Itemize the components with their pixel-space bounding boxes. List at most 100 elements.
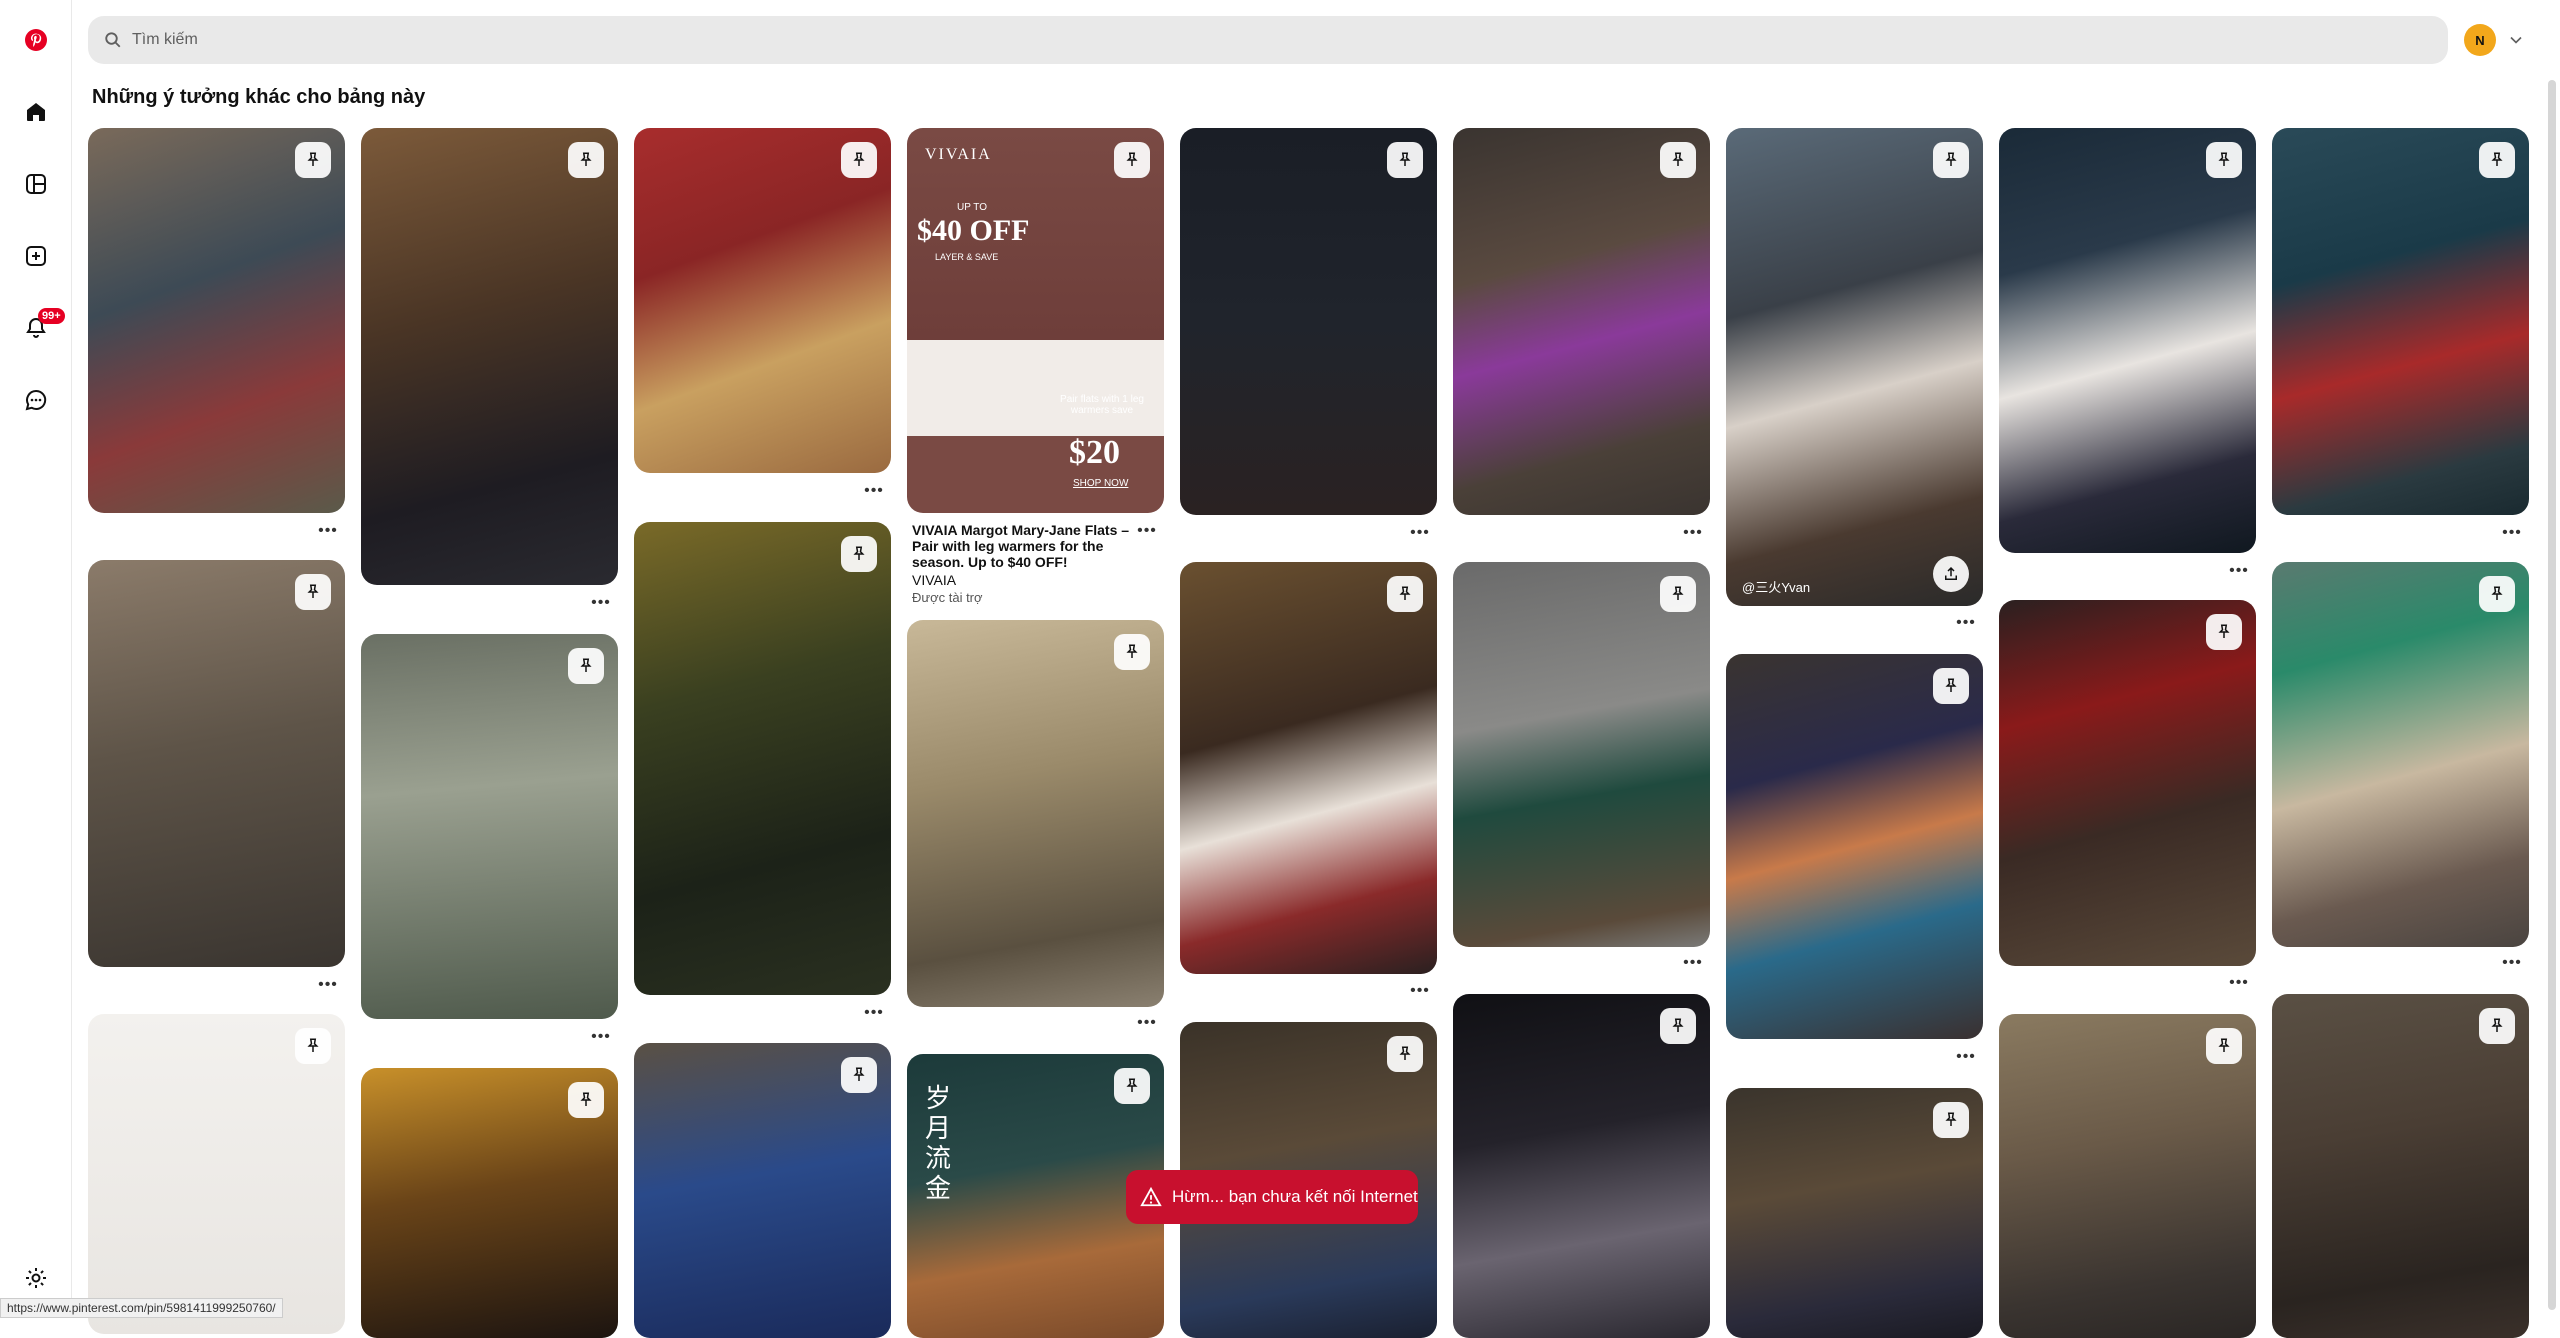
search-input[interactable] <box>132 31 2332 49</box>
pin-card[interactable] <box>907 620 1164 1007</box>
pin-card[interactable] <box>361 128 618 585</box>
more-options-icon[interactable]: ••• <box>1954 615 1978 631</box>
save-pin-button[interactable] <box>2479 142 2515 178</box>
home-icon[interactable] <box>16 92 56 132</box>
pushpin-icon <box>307 1038 319 1052</box>
save-pin-button[interactable] <box>1114 142 1150 178</box>
pushpin-icon <box>1945 152 1957 166</box>
more-options-icon[interactable]: ••• <box>862 483 886 499</box>
ad-cta[interactable]: SHOP NOW <box>1073 478 1128 489</box>
pinterest-logo-icon[interactable] <box>16 20 56 60</box>
pin-card[interactable] <box>361 1068 618 1338</box>
ad-title[interactable]: VIVAIA Margot Mary-Jane Flats – Pair wit… <box>912 522 1152 570</box>
pushpin-icon <box>2218 152 2230 166</box>
pin-card[interactable] <box>634 128 891 473</box>
share-button[interactable] <box>1933 556 1969 592</box>
pushpin-icon <box>2218 624 2230 638</box>
save-pin-button[interactable] <box>295 574 331 610</box>
create-icon[interactable] <box>16 236 56 276</box>
save-pin-button[interactable] <box>841 1057 877 1093</box>
notifications-badge: 99+ <box>38 308 65 324</box>
notifications-icon[interactable]: 99+ <box>16 308 65 348</box>
more-options-icon[interactable]: ••• <box>862 1005 886 1021</box>
save-pin-button[interactable] <box>1114 634 1150 670</box>
save-pin-button[interactable] <box>1933 668 1969 704</box>
save-pin-button[interactable] <box>1660 576 1696 612</box>
more-options-icon[interactable]: ••• <box>1408 983 1432 999</box>
save-pin-button[interactable] <box>1387 142 1423 178</box>
pin-card[interactable] <box>2272 128 2529 515</box>
more-options-icon[interactable]: ••• <box>1681 955 1705 971</box>
more-options-icon[interactable]: ••• <box>1954 1049 1978 1065</box>
search-bar[interactable] <box>88 16 2448 64</box>
messages-icon[interactable] <box>16 380 56 420</box>
save-pin-button[interactable] <box>2206 614 2242 650</box>
pin-card[interactable] <box>1726 654 1983 1039</box>
chevron-down-icon[interactable] <box>2506 30 2526 50</box>
more-options-icon[interactable]: ••• <box>316 523 340 539</box>
more-options-icon[interactable]: ••• <box>1135 1015 1159 1031</box>
more-options-icon[interactable]: ••• <box>2227 975 2251 991</box>
save-pin-button[interactable] <box>841 536 877 572</box>
more-options-icon[interactable]: ••• <box>589 595 613 611</box>
save-pin-button[interactable] <box>568 648 604 684</box>
pin-card[interactable] <box>1453 994 1710 1338</box>
pin-card[interactable] <box>1726 1088 1983 1338</box>
pin-card[interactable] <box>88 560 345 967</box>
save-pin-button[interactable] <box>568 1082 604 1118</box>
settings-icon[interactable] <box>16 1258 56 1298</box>
pin-card[interactable] <box>1453 128 1710 515</box>
avatar[interactable]: N <box>2464 24 2496 56</box>
pushpin-icon <box>1672 1018 1684 1032</box>
pin-card[interactable] <box>1999 128 2256 553</box>
save-pin-button[interactable] <box>2479 576 2515 612</box>
save-pin-button[interactable] <box>1660 142 1696 178</box>
more-options-icon[interactable]: ••• <box>1135 523 1159 539</box>
save-pin-button[interactable] <box>1660 1008 1696 1044</box>
save-pin-button[interactable] <box>2206 142 2242 178</box>
pushpin-icon <box>580 152 592 166</box>
save-pin-button[interactable] <box>568 142 604 178</box>
pin-card[interactable] <box>1180 128 1437 515</box>
ad-pin-card[interactable]: VIVAIA UP TO $40 OFF LAYER & SAVE Pair f… <box>907 128 1164 513</box>
pin-card[interactable] <box>1180 562 1437 974</box>
more-options-icon[interactable]: ••• <box>316 977 340 993</box>
warning-icon <box>1140 1186 1162 1207</box>
save-pin-button[interactable] <box>295 1028 331 1064</box>
save-pin-button[interactable] <box>1387 1036 1423 1072</box>
more-options-icon[interactable]: ••• <box>2500 955 2524 971</box>
save-pin-button[interactable] <box>1933 1102 1969 1138</box>
pin-card[interactable] <box>634 522 891 995</box>
pin-card[interactable] <box>361 634 618 1019</box>
pushpin-icon <box>2218 1038 2230 1052</box>
ad-brand[interactable]: VIVAIA <box>912 572 1152 588</box>
pin-card[interactable] <box>2272 994 2529 1338</box>
pin-card[interactable] <box>2272 562 2529 947</box>
save-pin-button[interactable] <box>295 142 331 178</box>
save-pin-button[interactable] <box>2479 1008 2515 1044</box>
status-url: https://www.pinterest.com/pin/5981411999… <box>0 1298 283 1318</box>
ad-upto: UP TO <box>957 202 988 213</box>
pin-card[interactable] <box>634 1043 891 1338</box>
ad-discount: $40 OFF <box>917 214 1030 247</box>
save-pin-button[interactable] <box>2206 1028 2242 1064</box>
pin-card[interactable]: @三火Yvan <box>1726 128 1983 606</box>
pushpin-icon <box>1672 586 1684 600</box>
scrollbar[interactable] <box>2548 80 2556 1310</box>
save-pin-button[interactable] <box>1114 1068 1150 1104</box>
pin-card[interactable] <box>1999 1014 2256 1338</box>
save-pin-button[interactable] <box>1387 576 1423 612</box>
more-options-icon[interactable]: ••• <box>1408 525 1432 541</box>
pin-card[interactable] <box>1999 600 2256 966</box>
save-pin-button[interactable] <box>841 142 877 178</box>
pin-card[interactable] <box>88 1014 345 1334</box>
more-options-icon[interactable]: ••• <box>2500 525 2524 541</box>
more-options-icon[interactable]: ••• <box>589 1029 613 1045</box>
more-options-icon[interactable]: ••• <box>2227 563 2251 579</box>
pushpin-icon <box>2491 1018 2503 1032</box>
save-pin-button[interactable] <box>1933 142 1969 178</box>
pin-card[interactable] <box>88 128 345 513</box>
pin-card[interactable] <box>1453 562 1710 947</box>
explore-icon[interactable] <box>16 164 56 204</box>
more-options-icon[interactable]: ••• <box>1681 525 1705 541</box>
